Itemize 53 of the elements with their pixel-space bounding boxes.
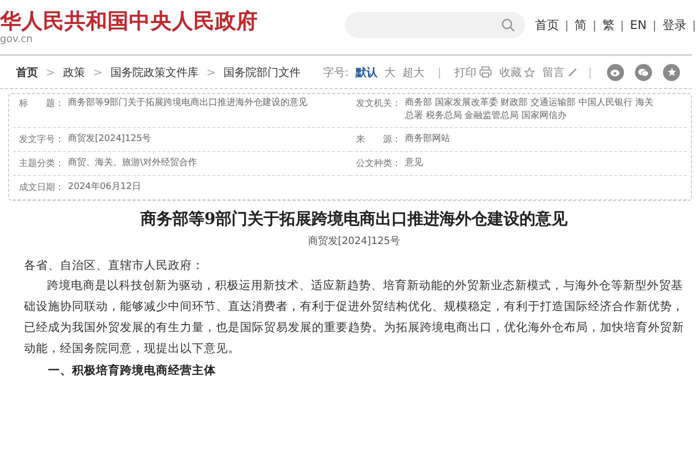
separator: | (692, 18, 696, 32)
metadata-label: 公文种类： (356, 158, 401, 170)
separator: | (438, 66, 442, 78)
metadata-label: 主题分类： (19, 158, 64, 170)
top-nav-link[interactable]: 繁 (602, 16, 614, 34)
document-title: 商务部等9部门关于拓展跨境电商出口推进海外仓建设的意见 (139, 209, 569, 230)
metadata-value: 商务部等9部门关于拓展跨境电商出口推进海外仓建设的意见 (68, 97, 308, 110)
metadata-label: 成文日期： (19, 182, 64, 194)
separator: | (620, 18, 624, 32)
comment-link[interactable]: 留言 (542, 64, 578, 80)
search-icon[interactable] (500, 18, 515, 32)
top-nav-link[interactable]: 简 (574, 16, 587, 34)
metadata-value: 2024年06月12日 (68, 181, 141, 194)
metadata-label: 标 题： (19, 98, 64, 110)
print-link[interactable]: 打印 (454, 64, 492, 80)
printer-icon (479, 66, 492, 78)
pencil-icon (567, 67, 578, 77)
breadcrumb-separator: > (206, 66, 216, 78)
metadata-value: 商务部 国家发展改革委 财政部 交通运输部 中国人民银行 海关总署 税务总局 金融监管总局 国家网信办 (405, 97, 654, 123)
favorite-link[interactable]: 收藏 (499, 64, 536, 80)
star-icon (524, 66, 536, 78)
separator: | (592, 18, 596, 32)
metadata-label: 发文字号： (19, 134, 64, 146)
metadata-value: 商务部网站 (405, 133, 450, 146)
separator: | (652, 18, 656, 32)
top-nav-link[interactable]: EN (630, 18, 647, 32)
star-share-icon[interactable] (663, 64, 680, 80)
chat-share-icon[interactable] (635, 64, 652, 80)
breadcrumb-link[interactable]: 首页 (16, 64, 38, 80)
metadata-label: 发文机关： (356, 98, 401, 110)
font-size-option[interactable]: 大 (384, 64, 396, 80)
salutation: 各省、自治区、直辖市人民政府： (24, 258, 205, 273)
breadcrumb-link[interactable]: 国务院政策文件库 (110, 64, 198, 80)
site-domain: gov.cn (0, 34, 34, 45)
search-field[interactable] (344, 12, 525, 38)
section-heading: 一、积极培育跨境电商经营主体 (47, 363, 217, 378)
breadcrumb-link[interactable]: 国务院部门文件 (224, 64, 301, 80)
breadcrumb-separator: > (93, 66, 102, 78)
top-nav-link[interactable]: 登录 (662, 16, 686, 34)
document-number: 商贸发[2024]125号 (306, 234, 402, 248)
body-paragraph: 跨境电商是以科技创新为驱动，积极运用新技术、适应新趋势、培育新动能的外贸新业态新模式，与海外仓等新型外贸基础设施协同联动，能够减少中间环节、直达消费者，有利于促进外贸结构优化、规模稳定，有利于打造国际经济合作新优势，已经成为我国外贸发展的有生力量，也是国际贸易发展的重要趋势。为拓展跨境电商出口，优化海外仓布局，加快培育外贸新动能，经国务院同意，现提出以下意见。 (24, 277, 684, 357)
font-size-option[interactable]: 默认 (356, 64, 378, 80)
top-nav-link[interactable]: 首页 (534, 16, 559, 34)
separator: | (564, 18, 569, 32)
breadcrumb-link[interactable]: 政策 (63, 64, 86, 80)
font-size-option[interactable]: 超大 (402, 64, 425, 80)
metadata-value: 意见 (405, 157, 423, 170)
metadata-value: 商贸、海关、旅游\对外经贸合作 (68, 157, 198, 170)
metadata-label: 来 源： (356, 134, 401, 146)
font-size-label: 字号: (322, 64, 349, 80)
metadata-value: 商贸发[2024]125号 (68, 133, 152, 146)
breadcrumb-separator: > (46, 66, 56, 78)
separator: | (588, 66, 592, 78)
